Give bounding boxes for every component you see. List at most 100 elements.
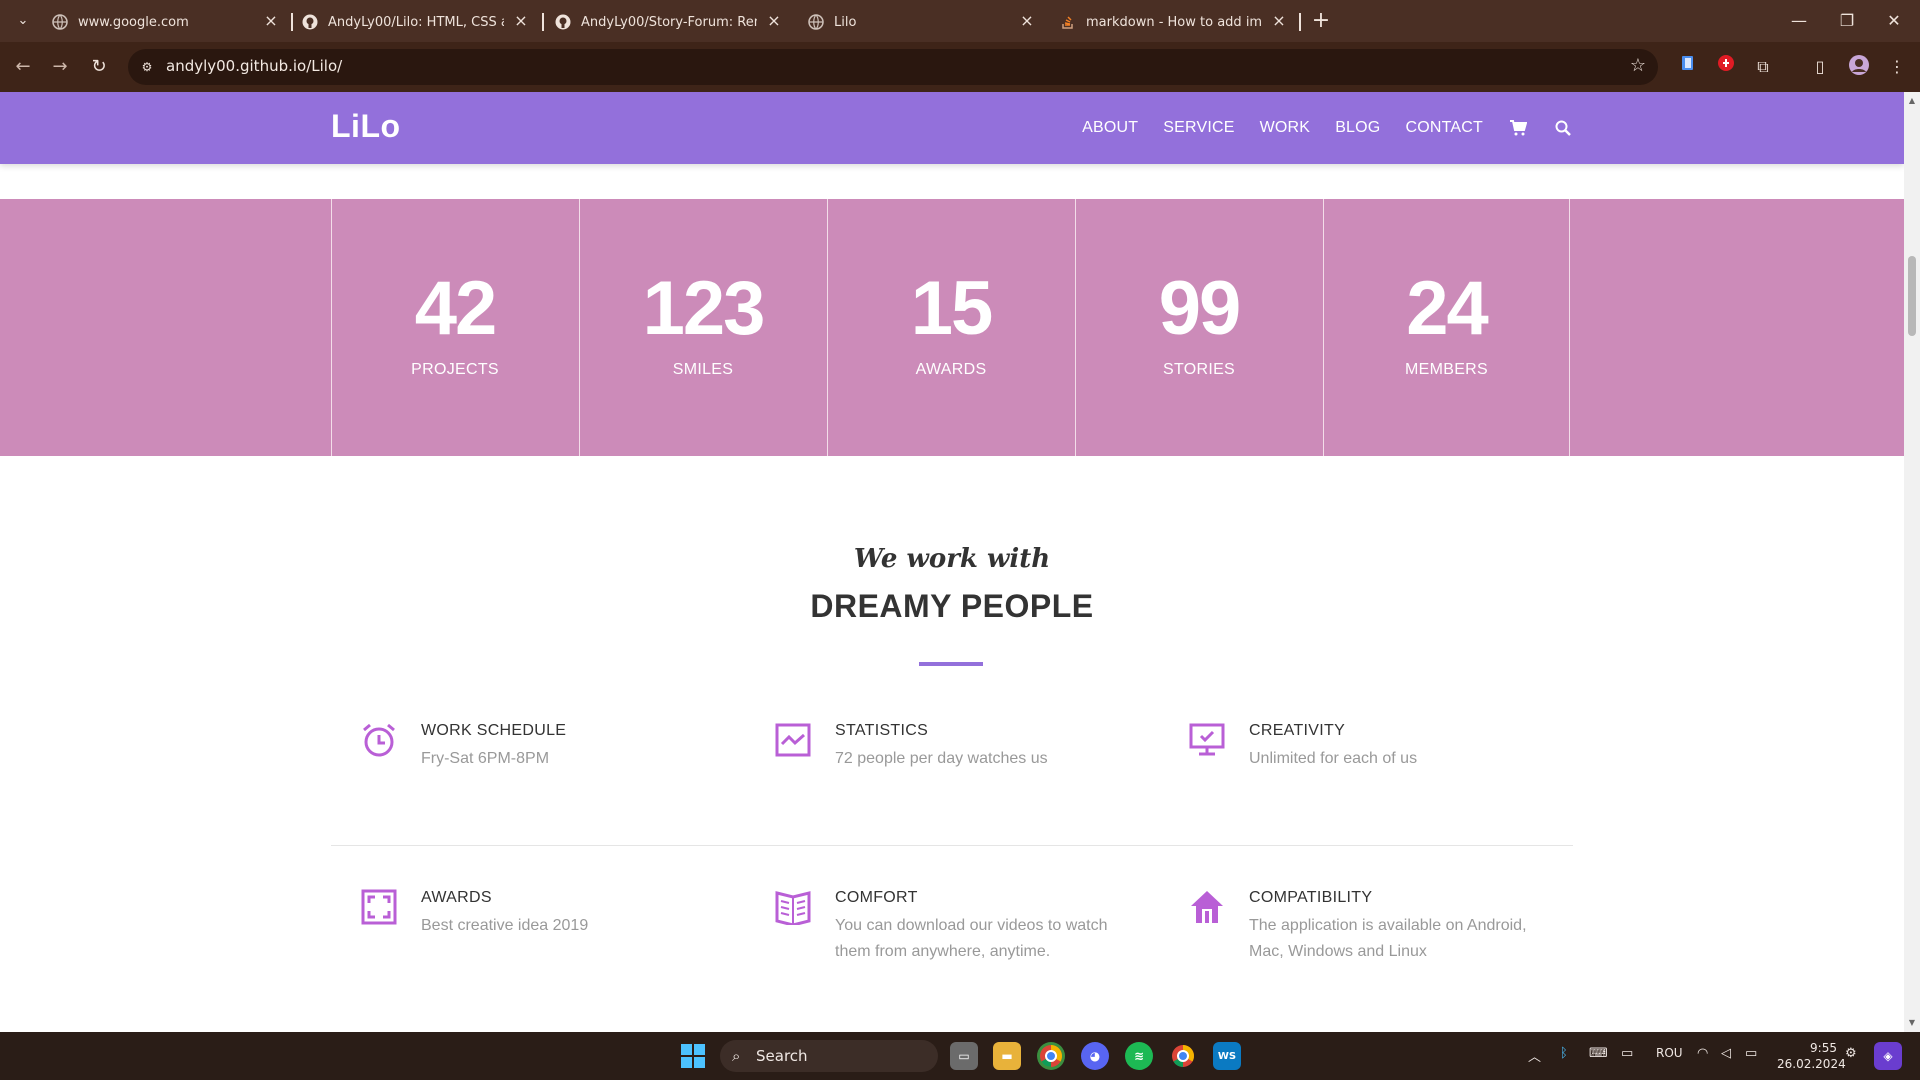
stat-members: 24 MEMBERS — [1323, 199, 1570, 456]
tab-title: Lilo — [834, 14, 857, 30]
stat-label: STORIES — [1162, 361, 1236, 378]
stat-label: AWARDS — [915, 361, 987, 378]
stat-projects: 42 PROJECTS — [331, 199, 578, 456]
stat-value: 24 — [1406, 266, 1489, 351]
tab-story-forum-repo[interactable]: AndyLy00/Story-Forum: Remake to × — [555, 8, 783, 36]
features-divider — [331, 845, 1573, 846]
task-view-icon[interactable]: ▭ — [950, 1042, 978, 1070]
tab-title: markdown - How to add images to — [1086, 14, 1262, 30]
chart-icon — [775, 722, 811, 758]
chrome-icon[interactable] — [1037, 1042, 1065, 1070]
close-window-button[interactable]: ✕ — [1874, 8, 1914, 34]
chrome-active-icon[interactable] — [1169, 1042, 1197, 1070]
taskbar-clock[interactable]: 9:55 26.02.2024 — [1777, 1040, 1846, 1072]
clock-date: 26.02.2024 — [1777, 1057, 1846, 1071]
tab-title: AndyLy00/Story-Forum: Remake to — [581, 14, 757, 30]
scroll-down-icon[interactable]: ▼ — [1907, 1018, 1917, 1028]
feature-title: STATISTICS — [835, 722, 929, 739]
tab-close-icon[interactable]: × — [1018, 12, 1036, 30]
nav-blog-link[interactable]: BLOG — [1335, 119, 1380, 137]
notifications-icon[interactable]: ⚙ — [1845, 1046, 1857, 1061]
back-button[interactable]: ← — [10, 54, 36, 80]
tab-close-icon[interactable]: × — [1270, 12, 1288, 30]
stackoverflow-icon — [1060, 14, 1076, 30]
stat-value: 99 — [1158, 266, 1242, 351]
scroll-up-icon[interactable]: ▲ — [1907, 96, 1917, 106]
file-explorer-icon[interactable]: ▬ — [993, 1042, 1021, 1070]
feature-title: WORK SCHEDULE — [421, 722, 567, 739]
taskbar-search[interactable]: ⌕ Search — [720, 1040, 938, 1072]
tab-close-icon[interactable]: × — [512, 12, 530, 30]
site-logo[interactable]: LiLo — [331, 108, 401, 145]
search-icon[interactable] — [1553, 118, 1573, 138]
stat-value: 123 — [642, 266, 766, 351]
keyboard-icon[interactable]: ⌨ — [1589, 1046, 1608, 1061]
battery-icon[interactable]: ▭ — [1745, 1046, 1757, 1061]
stat-label: MEMBERS — [1405, 361, 1488, 378]
tab-search-dropdown-icon[interactable]: ⌄ — [12, 10, 34, 32]
restore-button[interactable]: ❐ — [1827, 8, 1867, 34]
reload-button[interactable]: ↻ — [86, 54, 112, 80]
expand-icon — [361, 889, 397, 925]
stats-section: 42 PROJECTS 123 SMILES 15 AWARDS 99 STOR… — [0, 199, 1904, 456]
copilot-icon[interactable]: ◈ — [1874, 1042, 1902, 1070]
cart-icon[interactable] — [1508, 118, 1528, 138]
forward-button[interactable]: → — [47, 54, 73, 80]
url-text[interactable]: andyly00.github.io/Lilo/ — [166, 57, 342, 75]
section-subtitle: We work with — [853, 544, 1051, 574]
stat-label: SMILES — [672, 361, 734, 378]
tab-close-icon[interactable]: × — [765, 12, 783, 30]
spotify-icon[interactable]: ≋ — [1125, 1042, 1153, 1070]
alarm-clock-icon — [361, 722, 397, 758]
webstorm-icon[interactable]: WS — [1213, 1042, 1241, 1070]
globe-icon — [52, 14, 68, 30]
extension-red-icon[interactable] — [1713, 54, 1739, 80]
windows-taskbar: ⌕ Search ▭ ▬ ◕ ≋ WS ︿ ᛒ ⌨ ▭ ROU ◠ ◁ ▭ 9:… — [0, 1032, 1920, 1080]
nav-contact-link[interactable]: CONTACT — [1405, 119, 1483, 137]
language-indicator[interactable]: ROU — [1656, 1046, 1683, 1060]
nav-about-link[interactable]: ABOUT — [1082, 119, 1138, 137]
side-panel-icon[interactable]: ▯ — [1807, 54, 1833, 80]
wifi-icon[interactable]: ◠ — [1697, 1046, 1708, 1061]
feature-description: Fry-Sat 6PM-8PM — [421, 750, 550, 767]
extension-blue-icon[interactable] — [1675, 54, 1701, 80]
display-icon[interactable]: ▭ — [1621, 1046, 1633, 1061]
github-icon — [555, 14, 571, 30]
stat-awards: 15 AWARDS — [827, 199, 1074, 456]
browser-toolbar: ← → ↻ ⚙ andyly00.github.io/Lilo/ ☆ ⧉ ▯ ⋮ — [0, 42, 1920, 92]
volume-icon[interactable]: ◁ — [1721, 1046, 1731, 1061]
section-underline — [919, 662, 983, 666]
browser-tab-bar: ⌄ www.google.com × AndyLy00/Lilo: HTML, … — [0, 0, 1920, 42]
feature-title: AWARDS — [421, 889, 492, 906]
new-tab-button[interactable]: + — [1308, 8, 1334, 34]
nav-service-link[interactable]: SERVICE — [1163, 119, 1234, 137]
discord-icon[interactable]: ◕ — [1081, 1042, 1109, 1070]
stat-value: 15 — [910, 266, 994, 351]
bookmark-star-icon[interactable]: ☆ — [1630, 55, 1646, 76]
stat-stories: 99 STORIES — [1075, 199, 1322, 456]
stat-smiles: 123 SMILES — [579, 199, 826, 456]
feature-title: CREATIVITY — [1249, 722, 1346, 739]
show-hidden-icons-icon[interactable]: ︿ — [1528, 1046, 1541, 1065]
globe-icon — [808, 14, 824, 30]
tab-lilo-repo[interactable]: AndyLy00/Lilo: HTML, CSS and JS p × — [302, 8, 530, 36]
tab-separator — [291, 13, 293, 31]
minimize-button[interactable]: — — [1779, 8, 1819, 34]
profile-avatar[interactable] — [1846, 54, 1872, 80]
site-settings-icon[interactable]: ⚙ — [138, 58, 156, 76]
tab-separator — [542, 13, 544, 31]
scrollbar-thumb[interactable] — [1908, 256, 1916, 336]
tab-close-icon[interactable]: × — [262, 12, 280, 30]
extensions-puzzle-icon[interactable]: ⧉ — [1750, 54, 1776, 80]
address-bar[interactable]: ⚙ andyly00.github.io/Lilo/ ☆ — [128, 49, 1658, 85]
browser-menu-icon[interactable]: ⋮ — [1884, 54, 1910, 80]
feature-description: The application is available on Android,… — [1249, 917, 1527, 960]
nav-work-link[interactable]: WORK — [1260, 119, 1311, 137]
tab-lilo-active[interactable]: Lilo × — [808, 8, 1036, 36]
page-scrollbar[interactable]: ▲ ▼ — [1904, 92, 1920, 1032]
tab-google[interactable]: www.google.com × — [52, 8, 280, 36]
tab-stackoverflow[interactable]: markdown - How to add images to × — [1060, 8, 1288, 36]
bluetooth-icon[interactable]: ᛒ — [1560, 1046, 1568, 1061]
tab-separator — [1299, 13, 1301, 31]
windows-start-icon[interactable] — [681, 1044, 705, 1068]
